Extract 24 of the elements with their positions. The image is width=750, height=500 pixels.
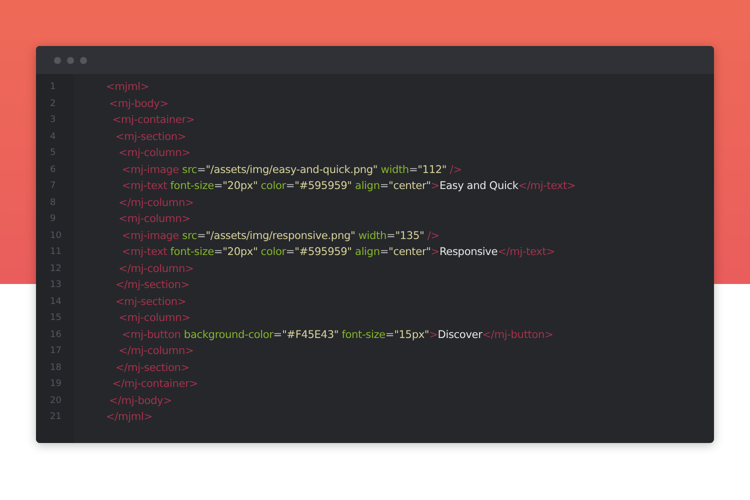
code-line: <mj-text font-size="20px" color="#595959" align="center">Responsive</mj-text> [120,245,556,260]
code-line: </mj-column> [118,196,195,210]
code-line: <mj-column> [118,146,192,161]
code-line: <mj-image src="/assets/img/responsive.png" width="135" /> [120,228,440,244]
code-line: <mj-text font-size="20px" color="#595959" align="center">Easy and Quick</mj-text> [120,179,577,194]
code-line: <mj-container> [111,113,196,128]
code-line: <mj-column> [118,311,192,326]
code-line: <mj-section> [114,294,188,310]
code-line: </mj-body> [108,394,173,408]
code-line: <mj-column> [118,212,192,227]
code-line: </mj-section> [114,360,190,376]
code-line: <mj-section> [114,130,188,144]
window-dot-icon[interactable] [54,56,61,64]
code-line: </mj-column> [118,344,195,359]
code-line: </mj-column> [118,262,195,276]
code-line: </mjml> [106,410,154,425]
window-dot-icon[interactable] [67,56,74,64]
code-line: <mj-image src="/assets/img/easy-and-quick.png" width="112" /> [120,162,463,178]
window-dot-icon[interactable] [80,56,87,64]
code-line: <mjml> [106,80,150,95]
code-line: <mj-body> [108,96,170,112]
code-line: </mj-container> [111,377,199,392]
code-line: <mj-button background-color="#F45E43" font-size="15px">Discover</mj-button> [120,328,554,342]
code-line: </mj-section> [114,278,190,293]
